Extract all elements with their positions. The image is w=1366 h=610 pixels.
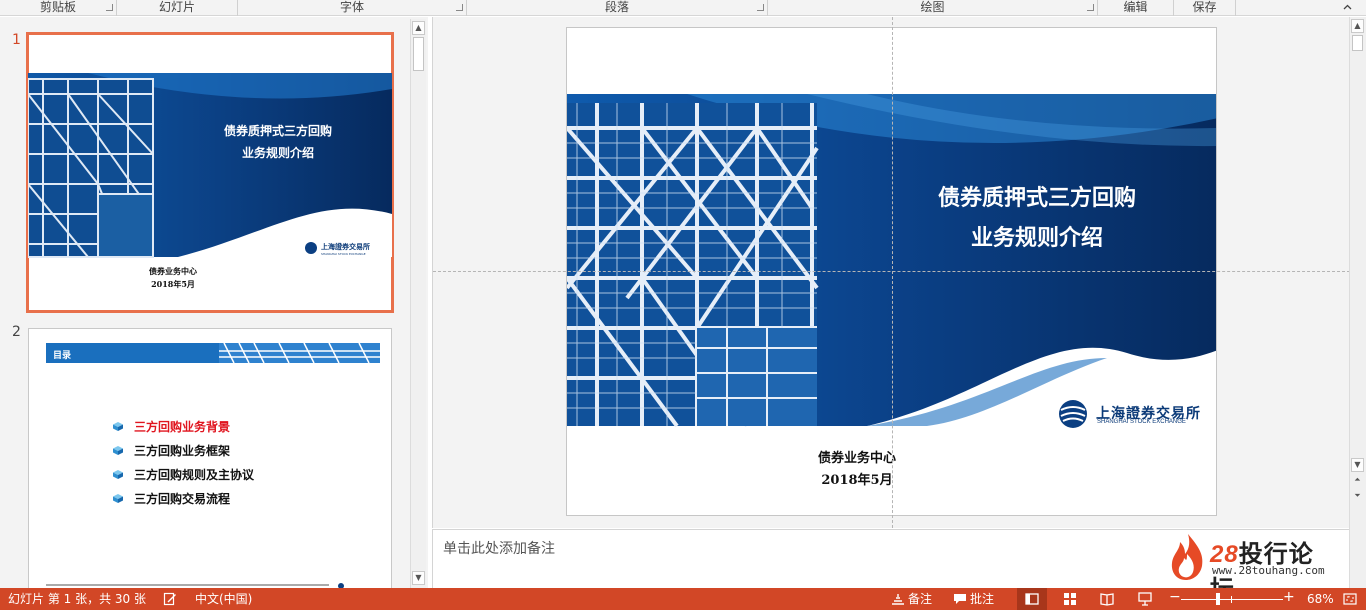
slide-footer-date[interactable]: 2018年5月 [757,469,957,488]
slide-counter: 幻灯片 第 1 张，共 30 张 [8,592,146,606]
slide-sorter-view-icon[interactable] [1063,592,1077,606]
watermark-logo: 28投行论坛 www.28touhang.com [1168,530,1338,603]
comments-toggle-button[interactable]: 批注 [970,591,994,607]
watermark-url: www.28touhang.com [1212,564,1325,577]
slide-footer-date: 2018年5月 [151,279,195,289]
ribbon-group-paragraph: 段落 [467,0,768,16]
cube-bullet-icon [113,446,123,455]
next-slide-icon[interactable]: ⏷ [1351,490,1364,504]
toc-header-label: 目录 [53,351,72,361]
dialog-launcher-icon[interactable] [456,4,463,11]
zoom-slider-track[interactable] [1181,599,1283,600]
ribbon-group-label: 剪贴板 [39,0,76,14]
ribbon-group-label: 字体 [339,0,364,14]
ribbon-group-clipboard: 剪贴板 [0,0,117,16]
zoom-out-button[interactable]: − [1169,589,1181,605]
notes-toggle-button[interactable]: 备注 [908,591,932,607]
slide-footer-department: 债券业务中心 [149,266,197,276]
scroll-up-arrow-icon[interactable]: ▲ [412,21,425,35]
vertical-guide[interactable] [892,17,893,528]
normal-view-button[interactable] [1017,588,1047,610]
ribbon-group-label: 绘图 [920,0,945,14]
status-bar: 幻灯片 第 1 张，共 30 张 中文(中国) 备注 批注 − + 68% [0,588,1366,610]
slide-title-line-1[interactable]: 债券质押式三方回购 [867,180,1207,212]
slide-editing-area[interactable]: 债券质押式三方回购 业务规则介绍 上海證券交易所 SHANGHAI STOCK … [432,17,1350,528]
dialog-launcher-icon[interactable] [106,4,113,11]
ribbon-group-font: 字体 [238,0,467,16]
slide-thumbnail-2[interactable]: 目录 三方回购业务背景 三方回购业务框架 三方回购规则及主协议 三方回购交易流程 [28,328,392,590]
ribbon-group-bar: 剪贴板 幻灯片 字体 段落 绘图 编辑 保存 [0,0,1366,16]
zoom-in-button[interactable]: + [1283,589,1295,605]
cube-bullet-icon [113,494,123,503]
toc-item-1: 三方回购业务背景 [134,420,231,434]
ribbon-group-label: 编辑 [1123,0,1148,14]
ribbon-group-save: 保存 [1174,0,1236,16]
slide-footer-department[interactable]: 债券业务中心 [757,447,957,466]
thumbnail-scrollbar[interactable]: ▲ ▼ [410,19,426,588]
exchange-logo-subtext: SHANGHAI STOCK EXCHANGE [1097,419,1186,425]
ribbon-group-label: 段落 [604,0,629,14]
spell-check-icon[interactable] [163,592,177,606]
exchange-logo-subtext: SHANGHAI STOCK EXCHANGE [321,252,366,256]
toc-item-4: 三方回购交易流程 [134,492,231,506]
flame-icon [1171,534,1203,580]
toc-item-2: 三方回购业务框架 [134,444,231,458]
slide-thumbnail-1[interactable]: 债券质押式三方回购 业务规则介绍 上海證券交易所 SHANGHAI STOCK … [26,32,394,313]
slide-number: 2 [12,324,21,340]
notes-icon[interactable] [891,592,905,606]
slide-title-line-2[interactable]: 业务规则介绍 [867,220,1207,252]
zoom-slider-center-tick [1231,596,1232,603]
scrollbar-thumb[interactable] [1352,35,1363,51]
ribbon-group-editing: 编辑 [1098,0,1174,16]
previous-slide-icon[interactable]: ⏶ [1351,474,1364,488]
fit-slide-icon[interactable] [1343,592,1357,606]
scroll-down-arrow-icon[interactable]: ▼ [412,571,425,585]
scroll-down-arrow-icon[interactable]: ▼ [1351,458,1364,472]
slide-number: 1 [12,32,21,48]
ribbon-group-label: 保存 [1192,0,1217,14]
scroll-up-arrow-icon[interactable]: ▲ [1351,19,1364,33]
cube-bullet-icon [113,470,123,479]
toc-slide-artwork [46,342,380,589]
ribbon-group-label: 幻灯片 [158,0,195,14]
zoom-level[interactable]: 68% [1307,591,1334,607]
dialog-launcher-icon[interactable] [757,4,764,11]
ribbon-group-drawing: 绘图 [768,0,1098,16]
slideshow-view-icon[interactable] [1138,592,1152,606]
scrollbar-thumb[interactable] [413,37,424,71]
editor-scrollbar[interactable]: ▲ ▼ ⏶ ⏷ [1349,17,1366,588]
normal-view-icon [1025,593,1039,605]
slide-title-line-2: 业务规则介绍 [241,146,314,160]
ribbon-group-slides: 幻灯片 [117,0,238,16]
reading-view-icon[interactable] [1100,592,1114,606]
toc-item-3: 三方回购规则及主协议 [134,468,255,482]
language-indicator[interactable]: 中文(中国) [195,591,252,607]
zoom-slider-thumb[interactable] [1215,593,1220,605]
dialog-launcher-icon[interactable] [1087,4,1094,11]
notes-placeholder[interactable]: 单击此处添加备注 [443,538,555,558]
cube-bullet-icon [113,422,123,431]
comment-icon[interactable] [953,592,967,606]
collapse-ribbon-icon[interactable] [1343,3,1352,12]
slide-thumbnail-pane[interactable]: 1 债券质押式三方回购 业务规则介绍 上海證券交易所 SHANGHAI STOC… [0,17,428,590]
exchange-logo-text: 上海證券交易所 [321,242,370,251]
slide-title-line-1: 债券质押式三方回购 [223,124,332,138]
